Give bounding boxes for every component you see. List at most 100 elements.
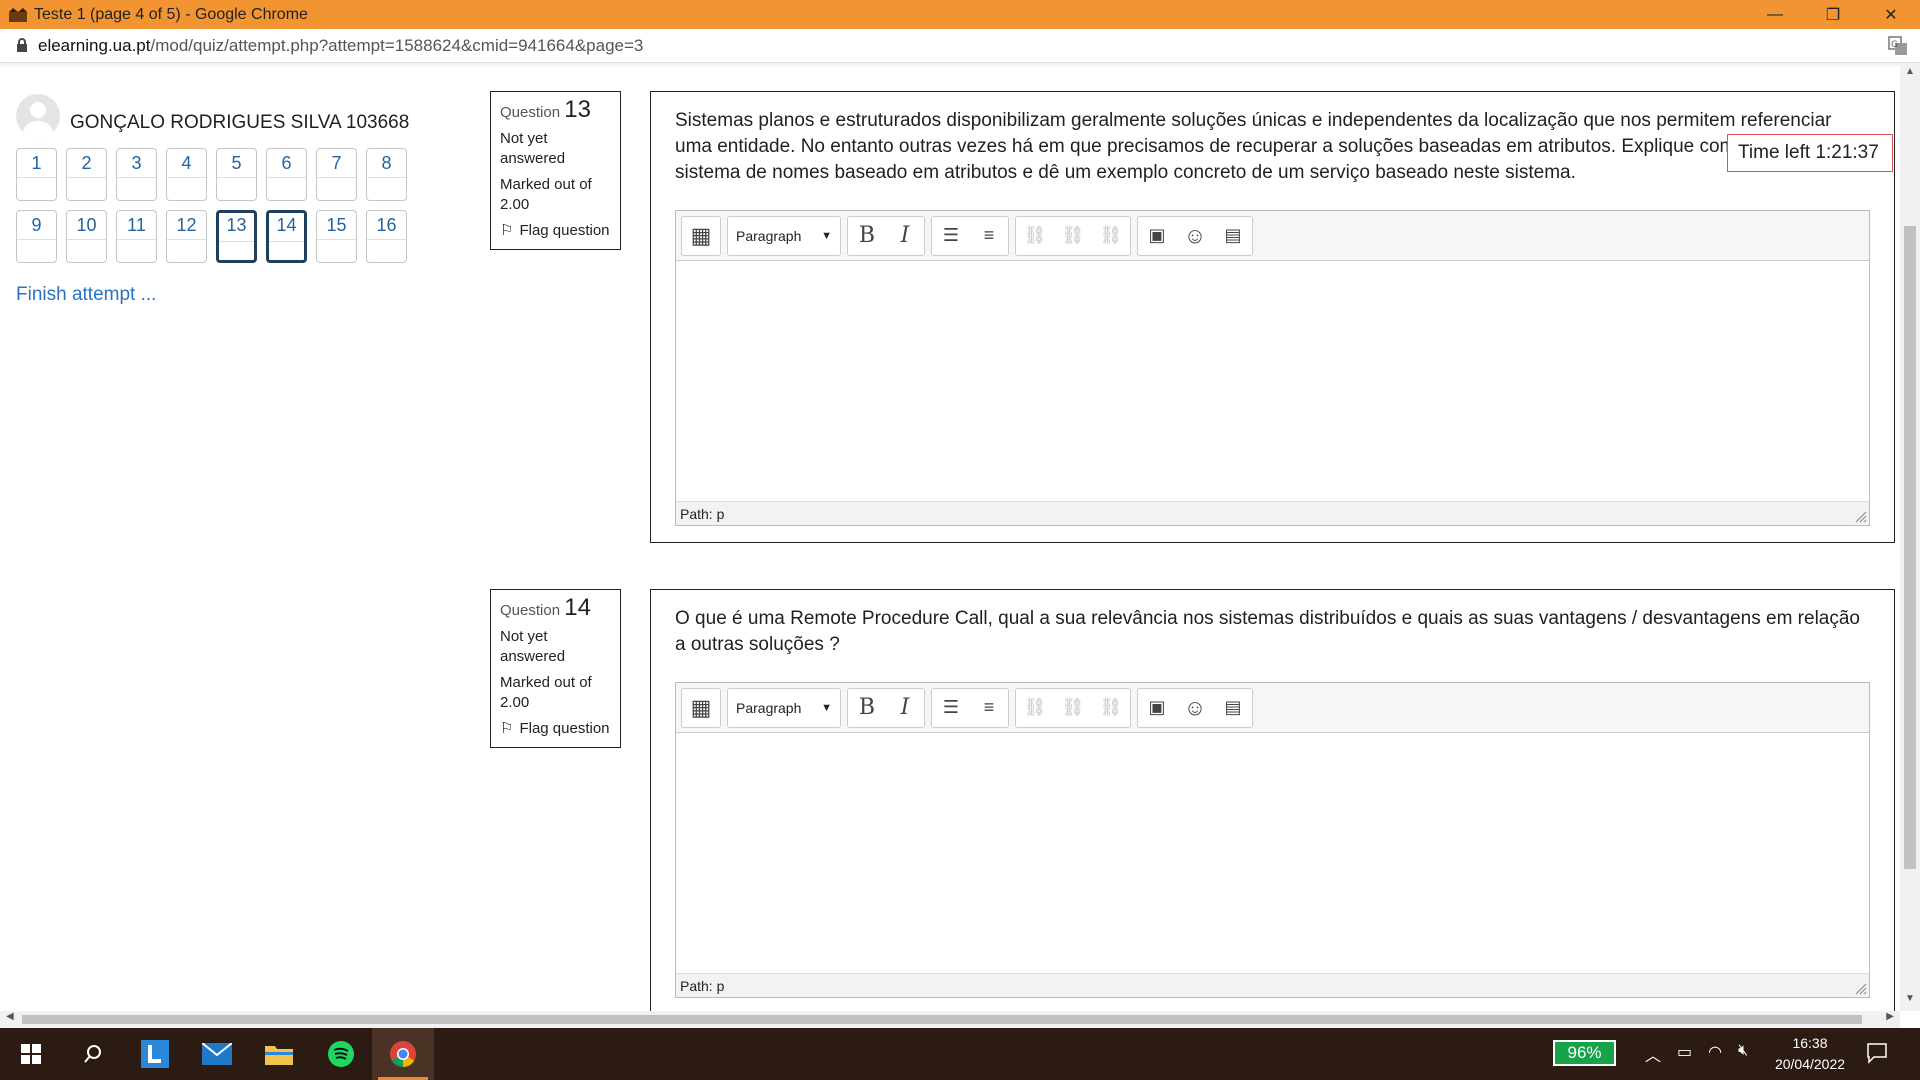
mute-icon[interactable]: 🔇︎ xyxy=(1738,1042,1748,1066)
flag-question-button[interactable]: ⚐ Flag question xyxy=(500,719,611,739)
quiz-nav-button[interactable]: 10 xyxy=(66,210,107,263)
search-button[interactable] xyxy=(62,1028,124,1080)
flag-icon: ⚐ xyxy=(500,720,514,737)
media-icon[interactable]: ▤ xyxy=(1214,689,1252,727)
start-button[interactable] xyxy=(0,1028,62,1080)
chevron-up-icon[interactable]: ︿ xyxy=(1645,1042,1661,1066)
anchor-icon[interactable]: ⛓ xyxy=(1092,217,1130,255)
question-marks: Marked out of 2.00 xyxy=(500,674,592,711)
quiz-nav-button[interactable]: 8 xyxy=(366,148,407,201)
flag-question-button[interactable]: ⚐ Flag question xyxy=(500,221,611,241)
question-content-14: O que é uma Remote Procedure Call, qual … xyxy=(650,589,1895,1011)
link-icon[interactable]: ⛓ xyxy=(1016,689,1054,727)
moodle-app-icon xyxy=(9,7,27,22)
minimize-button[interactable]: — xyxy=(1746,0,1804,29)
scroll-thumb[interactable] xyxy=(22,1015,1862,1024)
mail-icon xyxy=(202,1043,232,1065)
answer-editor: ▦ Paragraph ▼ BI ☰ ≡ ⛓ ⛓ ⛓ ▣ ☺ ▤ Path: p xyxy=(675,682,1870,998)
window-title: Teste 1 (page 4 of 5) - Google Chrome xyxy=(34,5,308,23)
unlink-icon[interactable]: ⛓ xyxy=(1054,689,1092,727)
quiz-nav-button[interactable]: 14 xyxy=(266,210,307,263)
restore-button[interactable]: ❐ xyxy=(1804,0,1862,29)
question-number: 14 xyxy=(564,594,591,621)
bold-icon[interactable]: B xyxy=(848,217,886,255)
quiz-nav-button[interactable]: 16 xyxy=(366,210,407,263)
ordered-list-icon[interactable]: ≡ xyxy=(970,217,1008,255)
scroll-left-icon[interactable]: ◀ xyxy=(6,1011,14,1022)
quiz-nav-button[interactable]: 1 xyxy=(16,148,57,201)
italic-icon[interactable]: I xyxy=(886,689,924,727)
media-icon[interactable]: ▤ xyxy=(1214,217,1252,255)
taskbar-mail[interactable] xyxy=(186,1028,248,1080)
resize-grip-icon[interactable] xyxy=(1853,509,1867,523)
unlink-icon[interactable]: ⛓ xyxy=(1054,217,1092,255)
editor-toolbar: ▦ Paragraph ▼ BI ☰ ≡ ⛓ ⛓ ⛓ ▣ ☺ ▤ xyxy=(676,211,1869,261)
question-marks: Marked out of 2.00 xyxy=(500,176,592,213)
unordered-list-icon[interactable]: ☰ xyxy=(932,689,970,727)
anchor-icon[interactable]: ⛓ xyxy=(1092,689,1130,727)
notification-icon[interactable] xyxy=(1866,1042,1888,1064)
spotify-icon xyxy=(328,1041,354,1067)
quiz-nav-button[interactable]: 4 xyxy=(166,148,207,201)
quiz-nav-button[interactable]: 15 xyxy=(316,210,357,263)
quiz-nav-button[interactable]: 3 xyxy=(116,148,157,201)
user-name: GONÇALO RODRIGUES SILVA 103668 xyxy=(70,112,410,133)
image-icon[interactable]: ▣ xyxy=(1138,689,1176,727)
scroll-thumb[interactable] xyxy=(1904,226,1916,869)
question-info-14: Question 14 Not yet answered Marked out … xyxy=(490,589,621,748)
horizontal-scrollbar[interactable]: ◀ ▶ xyxy=(0,1011,1900,1028)
quiz-nav-button[interactable]: 6 xyxy=(266,148,307,201)
finish-attempt-link[interactable]: Finish attempt ... xyxy=(16,284,156,306)
answer-input[interactable] xyxy=(676,261,1869,501)
paragraph-select[interactable]: Paragraph ▼ xyxy=(728,217,840,255)
resize-grip-icon[interactable] xyxy=(1853,981,1867,995)
question-number: 13 xyxy=(564,96,591,123)
lock-icon xyxy=(17,38,27,52)
question-state: Not yet answered xyxy=(500,628,566,665)
system-tray: ︿ ▭ ◠ 🔇︎ xyxy=(1645,1042,1748,1066)
address-bar[interactable]: elearning.ua.pt/mod/quiz/attempt.php?att… xyxy=(0,29,1920,63)
toolbar-toggle-icon[interactable]: ▦ xyxy=(682,689,720,727)
translate-icon[interactable]: G xyxy=(1888,36,1908,56)
question-text: O que é uma Remote Procedure Call, qual … xyxy=(675,608,1860,655)
taskbar-file-explorer[interactable] xyxy=(248,1028,310,1080)
scroll-right-icon[interactable]: ▶ xyxy=(1886,1011,1894,1022)
toolbar-toggle-icon[interactable]: ▦ xyxy=(682,217,720,255)
link-icon[interactable]: ⛓ xyxy=(1016,217,1054,255)
ordered-list-icon[interactable]: ≡ xyxy=(970,689,1008,727)
close-button[interactable]: ✕ xyxy=(1862,0,1920,29)
wifi-icon[interactable]: ◠ xyxy=(1708,1042,1722,1066)
quiz-nav-button[interactable]: 5 xyxy=(216,148,257,201)
quiz-nav-button[interactable]: 7 xyxy=(316,148,357,201)
quiz-nav-button[interactable]: 2 xyxy=(66,148,107,201)
paragraph-select[interactable]: Paragraph ▼ xyxy=(728,689,840,727)
editor-path: Path: p xyxy=(676,501,1869,525)
quiz-nav-button[interactable]: 9 xyxy=(16,210,57,263)
taskbar-chrome[interactable] xyxy=(372,1028,434,1080)
taskbar-spotify[interactable] xyxy=(310,1028,372,1080)
taskbar-app-l[interactable] xyxy=(124,1028,186,1080)
image-icon[interactable]: ▣ xyxy=(1138,217,1176,255)
quiz-nav-button[interactable]: 13 xyxy=(216,210,257,263)
battery-icon[interactable]: ▭ xyxy=(1677,1042,1692,1066)
clock[interactable]: 16:38 20/04/2022 xyxy=(1768,1033,1852,1075)
folder-icon xyxy=(265,1046,293,1065)
windows-icon xyxy=(21,1044,41,1064)
vertical-scrollbar[interactable]: ▲ ▼ xyxy=(1900,64,1920,1011)
question-text: Sistemas planos e estruturados disponibi… xyxy=(675,110,1855,183)
battery-indicator[interactable]: 96% xyxy=(1553,1040,1616,1066)
svg-text:G: G xyxy=(1891,40,1898,50)
scroll-up-icon[interactable]: ▲ xyxy=(1900,66,1920,82)
answer-input[interactable] xyxy=(676,733,1869,973)
emoticon-icon[interactable]: ☺ xyxy=(1176,689,1214,727)
url-text[interactable]: elearning.ua.pt/mod/quiz/attempt.php?att… xyxy=(38,36,643,56)
italic-icon[interactable]: I xyxy=(886,217,924,255)
quiz-navigation: 12345678 9 10 11 12 13 14 15 16 xyxy=(16,148,416,272)
letter-l-app-icon xyxy=(141,1040,169,1068)
scroll-down-icon[interactable]: ▼ xyxy=(1900,993,1920,1009)
quiz-nav-button[interactable]: 12 xyxy=(166,210,207,263)
emoticon-icon[interactable]: ☺ xyxy=(1176,217,1214,255)
bold-icon[interactable]: B xyxy=(848,689,886,727)
quiz-nav-button[interactable]: 11 xyxy=(116,210,157,263)
unordered-list-icon[interactable]: ☰ xyxy=(932,217,970,255)
